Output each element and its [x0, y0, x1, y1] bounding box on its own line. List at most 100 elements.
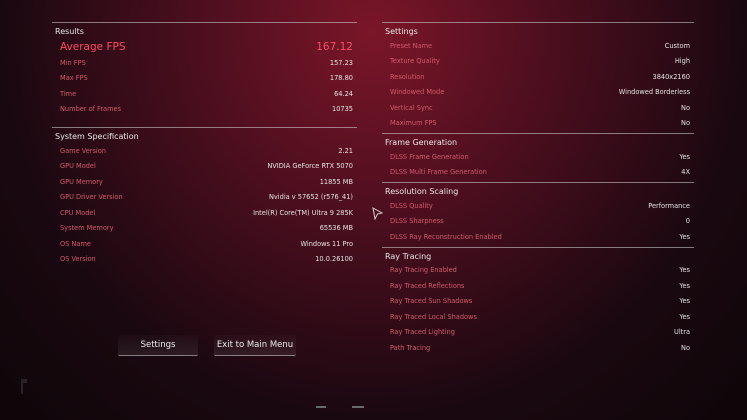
setting-label: Ray Traced Reflections [390, 281, 465, 290]
setting-value: Custom [664, 41, 690, 50]
exit-to-main-menu-button[interactable]: Exit to Main Menu [214, 335, 296, 356]
frame-generation-section: Frame Generation DLSS Frame Generation Ye… [382, 133, 694, 180]
setting-row: DLSS Ray Reconstruction Enabled Yes [382, 229, 694, 245]
results-section: Results Average FPS 167.12 Min FPS 157.23… [52, 22, 357, 117]
spec-value: Windows 11 Pro [300, 239, 353, 248]
setting-label: DLSS Multi Frame Generation [390, 168, 487, 177]
setting-label: Ray Tracing Enabled [390, 266, 457, 275]
setting-row: DLSS Multi Frame Generation 4X [382, 165, 694, 181]
frame-generation-title: Frame Generation [385, 138, 458, 147]
stat-label: Number of Frames [60, 105, 122, 114]
stat-row: Time 64.24 [52, 86, 357, 102]
resolution-scaling-section: Resolution Scaling DLSS Quality Performan… [382, 182, 694, 245]
spec-label: GPU Memory [60, 177, 103, 186]
spec-row: CPU Model Intel(R) Core(TM) Ultra 9 285K [52, 205, 357, 221]
ray-tracing-title: Ray Tracing [385, 251, 432, 261]
setting-row: Ray Traced Lighting Ultra [382, 325, 694, 341]
setting-row: Ray Traced Reflections Yes [382, 278, 694, 294]
setting-row: Preset Name Custom [382, 38, 694, 54]
setting-label: DLSS Ray Reconstruction Enabled [390, 232, 502, 241]
spec-value: 11855 MB [319, 177, 353, 186]
setting-label: Windowed Mode [390, 88, 445, 97]
system-spec-section: System Specification Game Version 2.21 GP… [52, 127, 357, 267]
setting-row: Ray Traced Local Shadows Yes [382, 309, 694, 325]
setting-row: Vertical Sync No [382, 100, 694, 116]
setting-label: DLSS Sharpness [390, 217, 444, 226]
setting-value: Yes [679, 297, 690, 306]
setting-value: Ultra [674, 328, 690, 337]
spec-value: 10.0.26100 [315, 255, 353, 264]
setting-label: Preset Name [390, 41, 433, 50]
spec-value: 2.21 [338, 146, 353, 155]
spec-row: Game Version 2.21 [52, 143, 357, 159]
settings-section: Settings Preset Name Custom Texture Quali… [382, 22, 694, 131]
setting-row: Ray Tracing Enabled Yes [382, 263, 694, 279]
setting-row: Windowed Mode Windowed Borderless [382, 85, 694, 101]
spec-label: Game Version [60, 146, 106, 155]
setting-value: Yes [679, 266, 690, 275]
setting-label: Resolution [390, 72, 425, 81]
stat-label: Min FPS [60, 58, 86, 67]
stat-label: Time [60, 89, 77, 98]
left-column: Results Average FPS 167.12 Min FPS 157.23… [52, 22, 357, 267]
bottom-indicator [316, 406, 326, 408]
results-title: Results [55, 27, 84, 36]
spec-label: GPU Model [60, 162, 96, 171]
average-fps-value: 167.12 [316, 40, 353, 53]
spec-label: System Memory [60, 224, 114, 233]
setting-label: Ray Traced Sun Shadows [390, 297, 473, 306]
setting-label: Path Tracing [390, 343, 431, 352]
spec-row: OS Version 10.0.26100 [52, 252, 357, 268]
setting-row: Ray Traced Sun Shadows Yes [382, 294, 694, 310]
spec-label: OS Version [60, 255, 96, 264]
setting-label: DLSS Frame Generation [390, 152, 469, 161]
setting-value: Yes [679, 152, 690, 161]
spec-value: Intel(R) Core(TM) Ultra 9 285K [253, 208, 353, 217]
setting-value: Yes [679, 281, 690, 290]
setting-row: Maximum FPS No [382, 116, 694, 132]
setting-label: Maximum FPS [390, 119, 437, 128]
stat-row: Number of Frames 10735 [52, 102, 357, 118]
spec-value: 65536 MB [319, 224, 353, 233]
setting-row: Path Tracing No [382, 340, 694, 356]
setting-value: No [681, 103, 690, 112]
stat-value: 178.80 [329, 74, 353, 83]
spec-label: GPU Driver Version [60, 193, 123, 202]
setting-row: DLSS Sharpness 0 [382, 214, 694, 230]
setting-label: Vertical Sync [390, 103, 433, 112]
setting-value: 4X [681, 168, 690, 177]
setting-value: Yes [679, 232, 690, 241]
setting-value: No [681, 119, 690, 128]
setting-row: Resolution 3840x2160 [382, 69, 694, 85]
setting-label: Ray Traced Local Shadows [390, 312, 477, 321]
stat-value: 157.23 [329, 58, 353, 67]
spec-row: GPU Model NVIDIA GeForce RTX 5070 [52, 159, 357, 175]
stat-value: 10735 [332, 105, 353, 114]
average-fps-row: Average FPS 167.12 [52, 38, 357, 55]
resolution-scaling-title: Resolution Scaling [385, 187, 459, 196]
spec-row: System Memory 65536 MB [52, 221, 357, 237]
spec-label: CPU Model [60, 208, 96, 217]
setting-label: Texture Quality [390, 57, 440, 66]
setting-value: No [681, 343, 690, 352]
spec-row: GPU Memory 11855 MB [52, 174, 357, 190]
corner-glyph-icon [21, 379, 27, 394]
system-spec-title: System Specification [55, 132, 139, 141]
setting-label: DLSS Quality [390, 201, 433, 210]
spec-value: Nvidia v 57652 (r576_41) [268, 193, 353, 202]
stat-value: 64.24 [334, 89, 353, 98]
stat-row: Max FPS 178.80 [52, 71, 357, 87]
mouse-cursor-icon [372, 207, 383, 220]
bottom-indicator [352, 406, 364, 408]
setting-value: 0 [685, 217, 690, 226]
settings-button[interactable]: Settings [118, 335, 198, 356]
spec-row: OS Name Windows 11 Pro [52, 236, 357, 252]
setting-value: Performance [648, 201, 690, 210]
setting-value: High [674, 57, 690, 66]
spec-row: GPU Driver Version Nvidia v 57652 (r576_4… [52, 190, 357, 206]
setting-row: Texture Quality High [382, 54, 694, 70]
results-rows: Min FPS 157.23 Max FPS 178.80 Time 64.24 Nu… [52, 55, 357, 117]
stat-row: Min FPS 157.23 [52, 55, 357, 71]
settings-title: Settings [385, 27, 418, 36]
setting-value: 3840x2160 [652, 72, 690, 81]
